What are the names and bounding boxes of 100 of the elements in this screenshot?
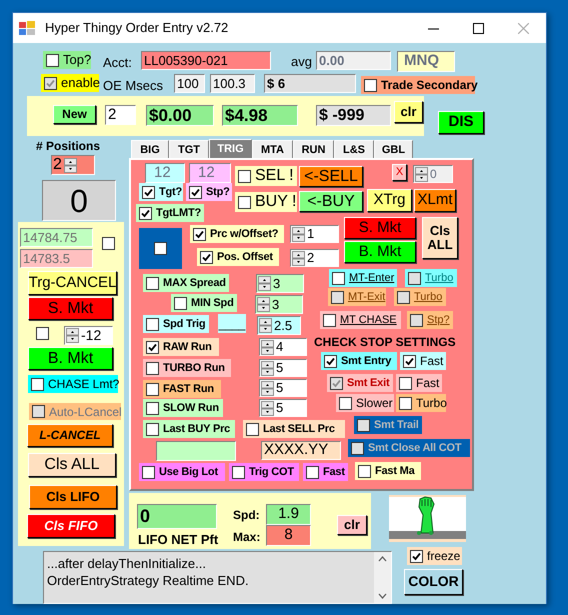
push-button[interactable]: XTrg (367, 189, 412, 212)
push-button[interactable]: XLmt (414, 189, 456, 212)
push-button[interactable]: Cls ALL (422, 217, 458, 259)
check-box[interactable] (306, 466, 319, 478)
scroll-up-icon[interactable] (378, 556, 387, 562)
check-box[interactable] (146, 382, 159, 396)
tab[interactable]: L&S (334, 140, 374, 159)
check-box[interactable] (232, 466, 245, 478)
scroll-down-icon[interactable] (378, 593, 387, 599)
number-spinner[interactable]: 4 (259, 338, 307, 356)
check-box[interactable] (238, 170, 251, 182)
text-field[interactable]: LL005390-021 (141, 51, 271, 70)
number-spinner[interactable]: 3 (255, 295, 303, 314)
spinner-arrows-icon[interactable] (64, 158, 77, 172)
check-box[interactable] (339, 396, 352, 410)
number-spinner[interactable]: 3 (256, 274, 304, 293)
number-spinner[interactable]: 5 (259, 379, 307, 397)
push-button[interactable]: Cls LIFO (29, 485, 117, 509)
maximize-icon[interactable] (473, 22, 484, 34)
text-field[interactable]: 0 (137, 504, 217, 529)
check-box[interactable] (146, 422, 159, 436)
push-button[interactable]: Trg-CANCEL (28, 271, 117, 295)
text-field[interactable]: 12 (145, 163, 185, 183)
check-box[interactable] (332, 272, 345, 284)
text-field[interactable]: $0.00 (146, 105, 214, 126)
push-button[interactable]: COLOR (404, 569, 463, 595)
check-box[interactable] (102, 237, 115, 250)
check-box[interactable] (154, 242, 167, 255)
check-box[interactable] (146, 362, 159, 374)
text-field[interactable]: $4.98 (222, 105, 298, 126)
check-box[interactable] (146, 276, 159, 290)
push-button[interactable]: L-CANCEL (27, 424, 113, 447)
check-box[interactable] (46, 54, 59, 66)
checkbox-option[interactable]: freeze (407, 547, 462, 565)
text-field[interactable]: 1.9 (266, 504, 311, 525)
check-box[interactable] (323, 314, 336, 326)
check-box[interactable] (142, 186, 155, 198)
checkbox-option[interactable]: Tgt? (139, 183, 183, 201)
check-box[interactable] (399, 396, 412, 410)
checkbox-option[interactable]: Slower (336, 394, 394, 412)
tab[interactable]: TGT (169, 140, 209, 159)
check-box[interactable] (139, 206, 152, 220)
check-box[interactable] (200, 250, 213, 264)
checkbox-option[interactable]: Spd Trig (143, 315, 209, 333)
check-box[interactable] (246, 422, 259, 436)
check-box[interactable] (324, 354, 337, 368)
text-field[interactable]: 14784.75 (20, 228, 93, 247)
number-spinner[interactable]: -12 (64, 326, 113, 345)
check-box[interactable] (36, 327, 49, 340)
spinner-arrows-icon[interactable] (261, 340, 274, 354)
push-button[interactable]: Cls FIFO (27, 514, 115, 538)
spinner-arrows-icon[interactable] (66, 328, 79, 343)
push-button[interactable]: Cls ALL (28, 453, 116, 477)
spinner-arrows-icon[interactable] (259, 318, 272, 333)
checkbox-option[interactable]: Fast (396, 374, 442, 392)
checkbox-option[interactable]: MT CHASE (320, 311, 401, 329)
checkbox-option[interactable]: MT-Enter (329, 269, 397, 287)
spinner-arrows-icon[interactable] (261, 380, 274, 396)
tab[interactable]: BIG (131, 140, 169, 159)
text-field[interactable]: 100 (174, 74, 205, 93)
checkbox-option[interactable]: FAST Run (143, 380, 221, 398)
text-field[interactable] (156, 441, 236, 461)
check-box[interactable] (189, 186, 202, 198)
tab[interactable]: MTA (252, 140, 293, 159)
push-button[interactable]: B. Mkt (28, 347, 113, 370)
checkbox-option[interactable]: Stp? (186, 183, 232, 201)
number-spinner[interactable]: 1 (290, 225, 339, 243)
check-box[interactable] (358, 464, 371, 478)
checkbox-option[interactable]: Turbo (396, 394, 446, 412)
tab[interactable]: GBL (374, 140, 413, 159)
check-box[interactable] (238, 196, 251, 208)
check-box[interactable] (193, 228, 206, 240)
check-box[interactable] (399, 376, 412, 390)
checkbox-option[interactable]: Last SELL Prc (243, 420, 345, 438)
checkbox-option[interactable]: SEL ! (235, 166, 297, 186)
checkbox-option[interactable]: Prc w/Offset? (190, 225, 284, 243)
checkbox-option[interactable]: RAW Run (143, 338, 219, 356)
text-field[interactable]: XXXX.YY (261, 441, 341, 460)
checkbox-option[interactable]: Trade Secondary (361, 76, 475, 94)
check-box[interactable] (142, 466, 155, 478)
text-field[interactable]: $ 6 (264, 74, 356, 93)
push-button[interactable]: DIS (438, 111, 484, 134)
checkbox-option[interactable]: Top? (43, 51, 91, 69)
checkbox-option[interactable]: MAX Spread (143, 274, 229, 292)
checkbox-option[interactable]: Fast (303, 463, 348, 481)
push-button[interactable]: S. Mkt (28, 297, 113, 320)
checkbox-option[interactable]: Last BUY Prc (143, 420, 235, 438)
push-button[interactable]: New (53, 105, 96, 124)
tab[interactable]: RUN (293, 140, 334, 159)
check-box[interactable] (403, 354, 416, 368)
checkbox-option[interactable]: MIN Spd (171, 294, 237, 312)
checkbox-option[interactable]: BUY ! (235, 192, 297, 212)
checkbox-option[interactable]: SLOW Run (143, 399, 223, 417)
spinner-arrows-icon[interactable] (261, 400, 274, 416)
push-button[interactable]: clr (394, 101, 423, 123)
spinner-arrows-icon[interactable] (258, 276, 271, 291)
spinner-arrows-icon[interactable] (292, 250, 305, 266)
spinner-arrows-icon[interactable] (292, 226, 305, 242)
number-spinner[interactable]: 2 (290, 249, 339, 267)
checkbox-option[interactable]: Trig COT (229, 463, 299, 481)
